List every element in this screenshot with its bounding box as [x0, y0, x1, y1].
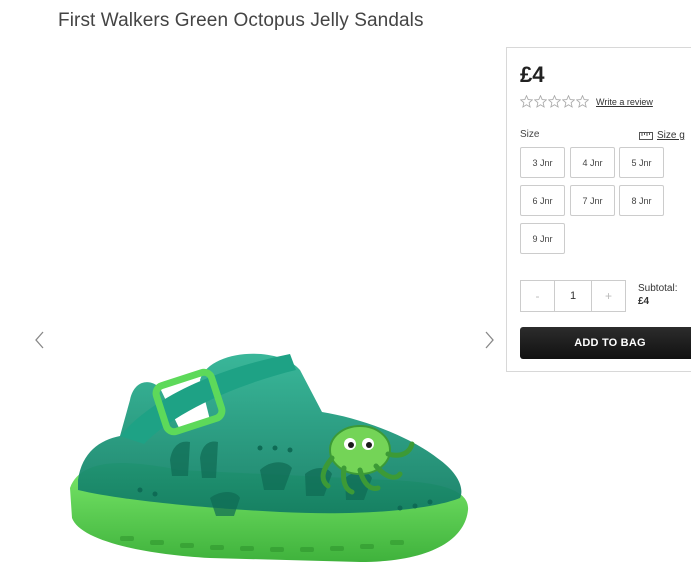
subtotal: Subtotal: £4: [638, 282, 677, 308]
star-outline-icon: [534, 95, 547, 108]
size-option[interactable]: 7 Jnr: [570, 185, 615, 216]
write-review-link[interactable]: Write a review: [596, 97, 653, 107]
star-outline-icon: [576, 95, 589, 108]
subtotal-amount: £4: [638, 296, 650, 307]
size-guide-link[interactable]: Size g: [639, 130, 685, 141]
size-option[interactable]: 6 Jnr: [520, 185, 565, 216]
buy-panel: £4 Write a review Size Size g 3 Jnr 4 Jn…: [506, 47, 691, 372]
quantity-increase-button[interactable]: +: [592, 281, 625, 311]
ruler-icon: [639, 131, 653, 140]
size-option[interactable]: 8 Jnr: [619, 185, 664, 216]
star-outline-icon: [562, 95, 575, 108]
star-outline-icon: [520, 95, 533, 108]
subtotal-label: Subtotal:: [638, 283, 678, 294]
size-option[interactable]: 4 Jnr: [570, 147, 615, 178]
star-outline-icon: [548, 95, 561, 108]
rating: Write a review: [520, 95, 653, 108]
quantity-input[interactable]: [554, 281, 592, 311]
quantity-decrease-button[interactable]: -: [521, 281, 554, 311]
size-option[interactable]: 5 Jnr: [619, 147, 664, 178]
size-guide-label: Size g: [657, 130, 685, 141]
add-to-bag-button[interactable]: ADD TO BAG: [520, 327, 691, 359]
size-option[interactable]: 9 Jnr: [520, 223, 565, 254]
chevron-left-icon[interactable]: [33, 330, 47, 350]
quantity-stepper: - +: [520, 280, 626, 312]
product-image: [70, 353, 469, 562]
price: £4: [520, 62, 545, 87]
product-title: First Walkers Green Octopus Jelly Sandal…: [58, 10, 424, 31]
size-label: Size: [520, 129, 540, 140]
size-option[interactable]: 3 Jnr: [520, 147, 565, 178]
chevron-right-icon[interactable]: [482, 330, 496, 350]
